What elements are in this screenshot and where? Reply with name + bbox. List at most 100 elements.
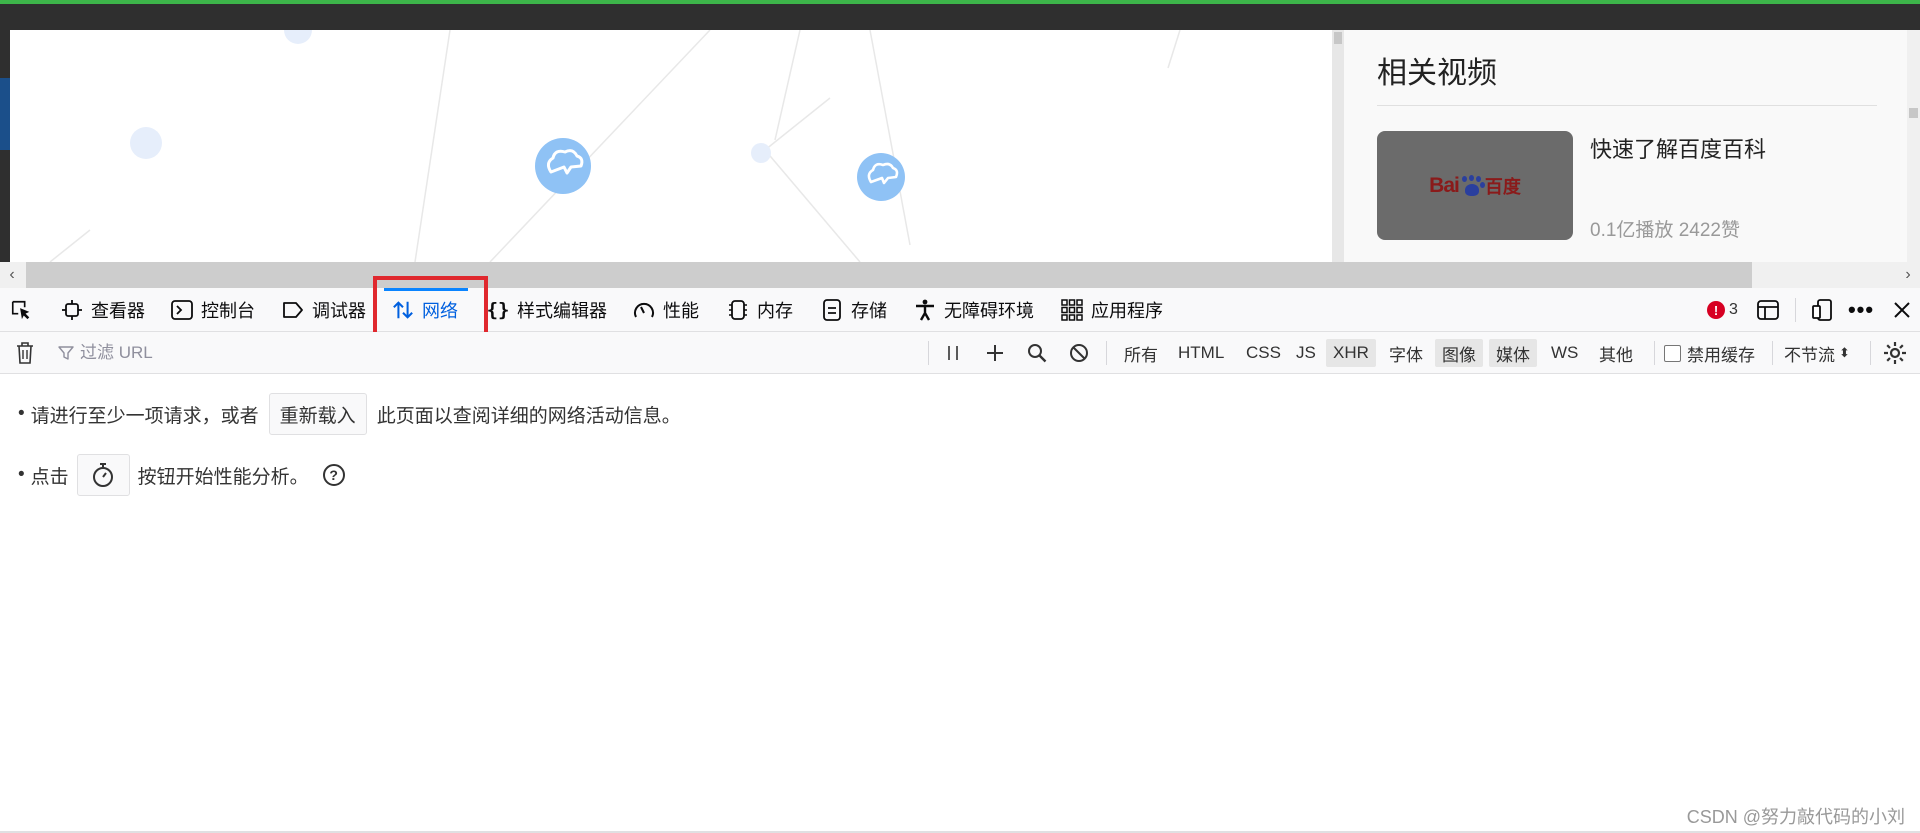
error-count: 3 [1729,301,1738,318]
close-devtools-button[interactable] [1887,288,1917,332]
tab-label: 样式编辑器 [517,301,607,321]
filter-type-other[interactable]: 其他 [1592,339,1640,367]
tab-label: 应用程序 [1091,301,1163,321]
filter-type-js[interactable]: JS [1289,339,1323,367]
notice-perf-prefix: 点击 [30,466,69,488]
split-console-button[interactable] [1753,288,1783,332]
page-viewport: 相关视频 Bai 百度 快速了解百度百科 0.1亿播放 2422赞 [0,0,1920,262]
tab-label: 控制台 [201,301,255,321]
gear-icon [1884,342,1906,364]
filter-funnel-icon [58,346,74,360]
scroll-right-arrow-icon[interactable]: › [1898,266,1918,284]
clear-requests-button[interactable] [10,332,40,374]
block-requests-button[interactable] [1064,332,1094,374]
filter-type-ws[interactable]: WS [1544,339,1585,367]
tab-application[interactable]: 应用程序 [1061,288,1163,332]
filter-type-xhr[interactable]: XHR [1326,339,1376,367]
network-settings-button[interactable] [1880,332,1910,374]
tab-label: 查看器 [91,301,145,321]
related-videos-title: 相关视频 [1377,57,1497,90]
filter-type-media[interactable]: 媒体 [1489,339,1537,367]
related-videos-panel: 相关视频 Bai 百度 快速了解百度百科 0.1亿播放 2422赞 [1332,30,1920,262]
tab-accessibility[interactable]: 无障碍环境 [914,288,1034,332]
start-performance-analysis-button[interactable] [76,454,130,496]
select-arrows-icon: ⬍ [1839,345,1850,360]
toolbar-separator [928,341,929,365]
error-count-badge[interactable]: ! 3 [1707,288,1738,332]
video-title-link[interactable]: 快速了解百度百科 [1590,132,1766,164]
trash-icon [17,342,33,364]
video-player-area[interactable] [10,30,1332,262]
search-icon [1028,344,1047,363]
ellipsis-icon: ••• [1847,297,1875,322]
toolbar-separator [1870,341,1871,365]
stopwatch-icon [93,463,114,487]
throttling-value: 不节流 [1784,345,1835,365]
tab-memory[interactable]: 内存 [727,288,793,332]
accessibility-icon [914,299,936,321]
filter-type-fonts[interactable]: 字体 [1382,339,1430,367]
filter-type-images[interactable]: 图像 [1435,339,1483,367]
tab-style-editor[interactable]: {} 样式编辑器 [487,288,607,332]
filter-type-all[interactable]: 所有 [1117,339,1165,367]
tab-console[interactable]: 控制台 [171,288,255,332]
tab-label: 性能 [663,301,699,321]
notice-reload: • 请进行至少一项请求，或者 重新载入 此页面以查阅详细的网络活动信息。 [18,393,681,435]
page-vertical-scrollbar[interactable] [1907,30,1920,262]
tab-storage[interactable]: 存储 [821,288,887,332]
console-icon [171,299,193,321]
devtools-toolbox: 查看器 控制台 调试器 网络 {} 样式编辑器 性能 内存 存储 无障碍环境 应… [0,288,1920,332]
page-horizontal-scrollbar[interactable]: ‹ › [0,262,1920,288]
toolbar-separator [1106,341,1107,365]
disable-cache-checkbox[interactable] [1664,344,1681,362]
plus-icon [987,345,1003,361]
tab-label: 调试器 [312,301,366,321]
toolbar-separator [1772,341,1773,365]
error-icon: ! [1707,301,1725,319]
tab-label: 存储 [851,301,887,321]
video-stats: 0.1亿播放 2422赞 [1590,220,1740,241]
debugger-icon [282,299,304,321]
filter-type-css[interactable]: CSS [1239,339,1288,367]
app-grid-icon [1061,299,1083,321]
responsive-design-button[interactable] [1807,288,1837,332]
watermark: CSDN @努力敲代码的小刘 [1686,807,1905,827]
disable-cache-toggle[interactable]: 禁用缓存 [1664,332,1755,374]
side-panel-scrollbar[interactable] [1332,30,1344,262]
page-top-strip [0,0,1920,4]
screen: 相关视频 Bai 百度 快速了解百度百科 0.1亿播放 2422赞 ‹ › 查看… [0,0,1920,833]
tab-label: 网络 [422,301,458,321]
baidu-paw-icon [1461,175,1483,197]
notice-performance: • 点击 按钮开始性能分析。 ? [18,454,345,496]
help-icon[interactable]: ? [322,464,345,486]
cloud-node-icon [535,138,591,194]
url-filter[interactable] [58,338,918,368]
pick-element-icon [10,299,32,321]
url-filter-input[interactable] [80,343,880,363]
disable-cache-label: 禁用缓存 [1687,345,1755,365]
baidu-logo-text: Bai [1429,173,1460,197]
tab-label: 无障碍环境 [944,301,1034,321]
pause-button[interactable] [938,332,968,374]
element-picker-button[interactable] [10,288,32,332]
throttling-select[interactable]: 不节流 ⬍ [1784,332,1850,374]
tab-debugger[interactable]: 调试器 [282,288,366,332]
inspector-icon [61,299,83,321]
network-arrows-icon [392,299,414,321]
add-request-button[interactable] [980,332,1010,374]
bullet: • [18,403,25,424]
tab-network[interactable]: 网络 [384,288,468,332]
scrollbar-thumb[interactable] [26,262,1752,288]
video-thumbnail[interactable]: Bai 百度 [1377,131,1573,240]
reload-page-button[interactable]: 重新载入 [268,393,367,435]
tab-inspector[interactable]: 查看器 [61,288,145,332]
tab-performance[interactable]: 性能 [633,288,699,332]
memory-chip-icon [727,299,749,321]
more-options-button[interactable]: ••• [1846,288,1876,332]
bullet: • [18,464,25,485]
scroll-left-arrow-icon[interactable]: ‹ [2,266,22,284]
search-button[interactable] [1022,332,1052,374]
filter-type-html[interactable]: HTML [1171,339,1231,367]
notice-perf-suffix: 按钮开始性能分析。 [137,466,309,488]
storage-icon [821,299,843,321]
